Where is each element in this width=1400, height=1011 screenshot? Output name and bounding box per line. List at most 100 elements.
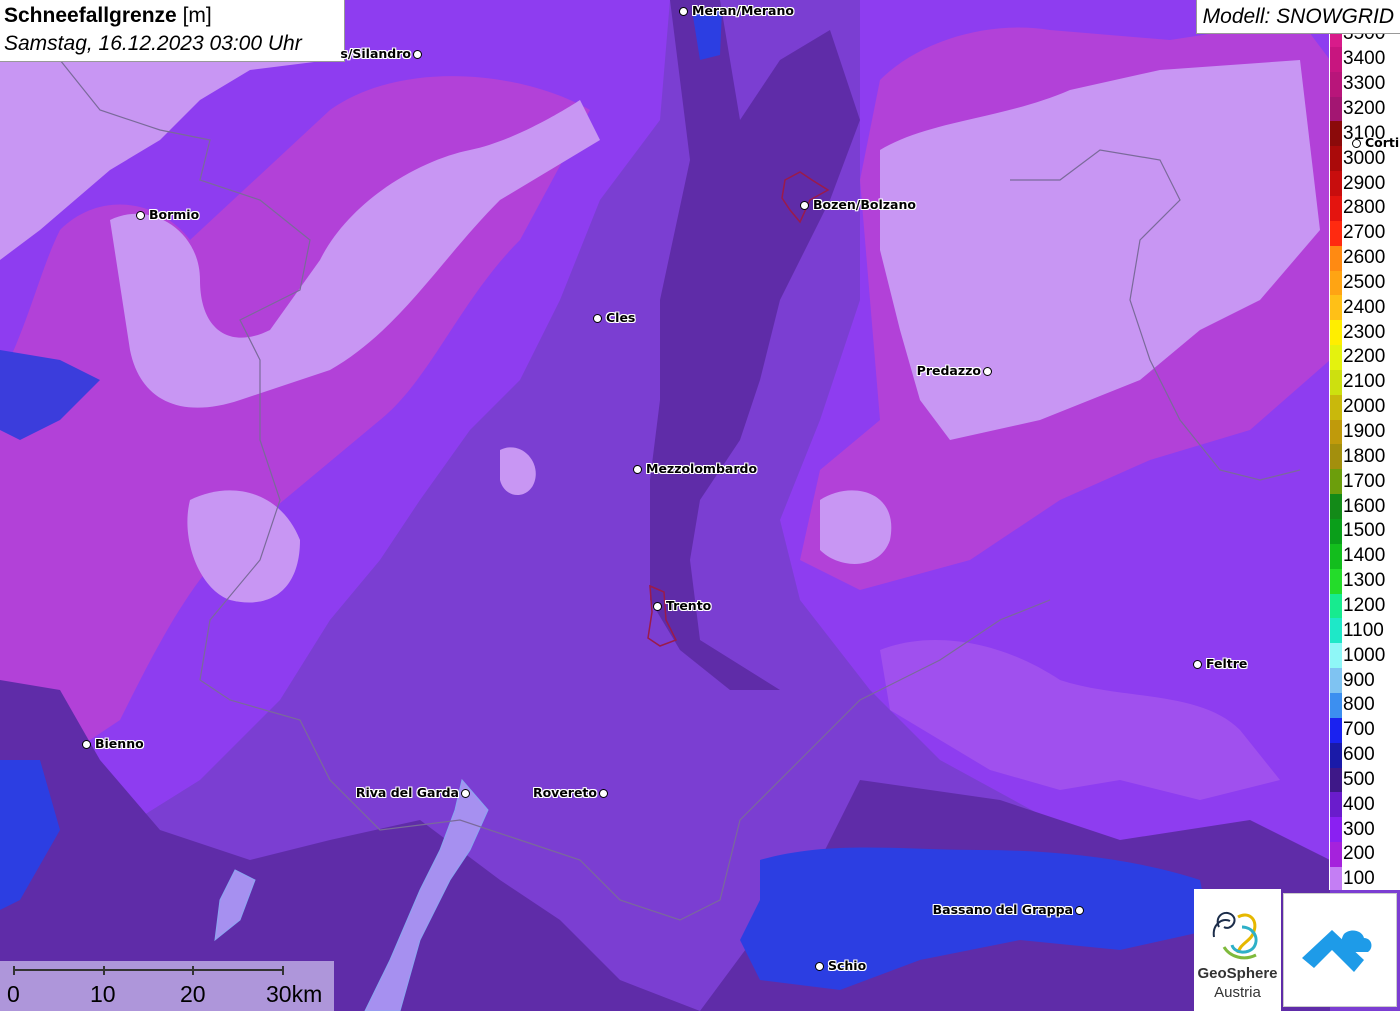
city-marker[interactable] bbox=[653, 602, 662, 611]
geosphere-name: GeoSphere bbox=[1197, 965, 1278, 982]
city-label[interactable]: Riva del Garda bbox=[356, 785, 459, 800]
snowfall-limit-map[interactable] bbox=[0, 0, 1400, 1011]
legend-swatch bbox=[1330, 220, 1342, 246]
legend-item: 500 bbox=[1329, 767, 1400, 793]
city-marker[interactable] bbox=[82, 740, 91, 749]
legend-item: 2900 bbox=[1329, 171, 1400, 196]
city-label[interactable]: Corti bbox=[1365, 135, 1399, 150]
city-label[interactable]: Schio bbox=[828, 958, 866, 973]
legend-swatch bbox=[1330, 270, 1342, 296]
legend-item: 2100 bbox=[1329, 369, 1400, 395]
legend-swatch bbox=[1330, 345, 1342, 370]
scale-label-20: 20 bbox=[180, 981, 206, 1007]
legend-swatch bbox=[1330, 146, 1342, 172]
legend-swatch bbox=[1330, 121, 1342, 147]
city-marker[interactable] bbox=[815, 962, 824, 971]
city-label[interactable]: Trento bbox=[666, 598, 711, 613]
city-label[interactable]: Predazzo bbox=[917, 363, 981, 378]
legend-item: 2000 bbox=[1329, 394, 1400, 420]
legend-label: 2500 bbox=[1343, 271, 1386, 293]
legend-item: 1400 bbox=[1329, 543, 1400, 569]
legend-item: 2200 bbox=[1329, 345, 1400, 370]
legend-swatch bbox=[1330, 866, 1342, 890]
city-label[interactable]: Bozen/Bolzano bbox=[813, 197, 916, 212]
city-marker[interactable] bbox=[983, 367, 992, 376]
scale-label-30km: 30km bbox=[266, 981, 323, 1007]
snow-house-icon bbox=[1302, 930, 1372, 972]
city-label[interactable]: Meran/Merano bbox=[692, 3, 794, 18]
legend-item: 3500 bbox=[1329, 34, 1400, 47]
scale-label-0: 0 bbox=[7, 981, 20, 1007]
legend-item: 2400 bbox=[1329, 295, 1400, 321]
legend-item: 2500 bbox=[1329, 270, 1400, 296]
legend-label: 2900 bbox=[1343, 172, 1386, 194]
legend-swatch bbox=[1330, 171, 1342, 196]
legend-swatch bbox=[1330, 369, 1342, 395]
legend-label: 1300 bbox=[1343, 570, 1386, 592]
city-marker[interactable] bbox=[679, 7, 688, 16]
legend-swatch bbox=[1330, 96, 1342, 122]
legend-item: 2600 bbox=[1329, 245, 1400, 271]
city-label[interactable]: Mezzolombardo bbox=[646, 461, 757, 476]
legend-label: 100 bbox=[1343, 868, 1375, 890]
legend-label: 1600 bbox=[1343, 495, 1386, 517]
legend-label: 1200 bbox=[1343, 594, 1386, 616]
legend-swatch bbox=[1330, 792, 1342, 818]
city-marker[interactable] bbox=[1193, 660, 1202, 669]
legend-label: 500 bbox=[1343, 768, 1375, 790]
legend-label: 1100 bbox=[1343, 619, 1384, 641]
city-marker[interactable] bbox=[1352, 139, 1361, 148]
legend-item: 300 bbox=[1329, 817, 1400, 843]
legend-label: 1400 bbox=[1343, 545, 1386, 567]
legend-label: 3500 bbox=[1343, 34, 1385, 45]
scale-bar: 0 10 20 30km bbox=[0, 961, 334, 1011]
legend-item: 100 bbox=[1329, 866, 1400, 890]
legend-label: 1500 bbox=[1343, 520, 1386, 542]
city-label[interactable]: s/Silandro bbox=[340, 46, 411, 61]
legend-label: 1700 bbox=[1343, 470, 1386, 492]
geosphere-country: Austria bbox=[1214, 984, 1261, 1001]
legend-item: 1300 bbox=[1329, 568, 1400, 594]
city-label[interactable]: Bormio bbox=[149, 207, 199, 222]
city-marker[interactable] bbox=[413, 50, 422, 59]
geosphere-logo[interactable]: GeoSphere Austria bbox=[1194, 889, 1281, 1011]
legend-swatch bbox=[1330, 34, 1342, 47]
map-title: Schneefallgrenze [m] bbox=[4, 2, 340, 30]
city-marker[interactable] bbox=[136, 211, 145, 220]
legend-item: 2800 bbox=[1329, 195, 1400, 221]
legend-swatch bbox=[1330, 842, 1342, 867]
legend-swatch bbox=[1330, 320, 1342, 346]
map-datetime: Samstag, 16.12.2023 03:00 Uhr bbox=[4, 32, 302, 55]
legend-label: 600 bbox=[1343, 744, 1375, 766]
city-marker[interactable] bbox=[599, 789, 608, 798]
legend-item: 1600 bbox=[1329, 494, 1400, 520]
legend-label: 200 bbox=[1343, 843, 1375, 865]
legend-item: 800 bbox=[1329, 692, 1400, 718]
legend-label: 1800 bbox=[1343, 445, 1386, 467]
city-marker[interactable] bbox=[633, 465, 642, 474]
legend-swatch bbox=[1330, 742, 1342, 768]
city-marker[interactable] bbox=[593, 314, 602, 323]
legend-label: 2800 bbox=[1343, 197, 1386, 219]
city-marker[interactable] bbox=[461, 789, 470, 798]
legend-label: 700 bbox=[1343, 719, 1375, 741]
legend-label: 800 bbox=[1343, 694, 1375, 716]
legend-item: 1700 bbox=[1329, 469, 1400, 495]
legend-item: 1800 bbox=[1329, 444, 1400, 470]
legend-swatch bbox=[1330, 618, 1342, 644]
snowgrid-logo[interactable] bbox=[1283, 893, 1397, 1007]
city-label[interactable]: Cles bbox=[606, 310, 635, 325]
legend-swatch bbox=[1330, 71, 1342, 97]
legend-item: 3300 bbox=[1329, 71, 1400, 97]
city-marker[interactable] bbox=[800, 201, 809, 210]
city-label[interactable]: Bienno bbox=[95, 736, 144, 751]
legend-item: 1900 bbox=[1329, 419, 1400, 445]
legend-swatch bbox=[1330, 593, 1342, 619]
city-label[interactable]: Feltre bbox=[1206, 656, 1247, 671]
legend-item: 200 bbox=[1329, 842, 1400, 867]
city-marker[interactable] bbox=[1075, 906, 1084, 915]
city-label[interactable]: Rovereto bbox=[533, 785, 597, 800]
city-label[interactable]: Bassano del Grappa bbox=[933, 902, 1073, 917]
legend-swatch bbox=[1330, 643, 1342, 669]
legend-item: 3200 bbox=[1329, 96, 1400, 122]
